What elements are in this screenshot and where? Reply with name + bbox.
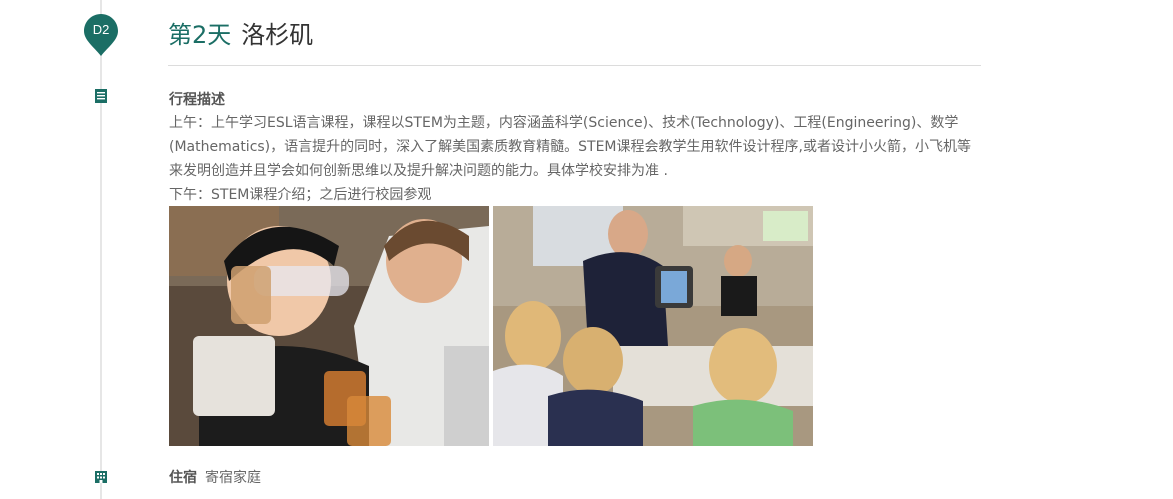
- title-divider: [168, 65, 981, 66]
- day-badge-label: D2: [92, 22, 110, 37]
- photo-classroom: [493, 206, 813, 446]
- photo-lab-experiment: [169, 206, 489, 446]
- itinerary-description: 上午：上午学习ESL语言课程，课程以STEM为主题，内容涵盖科学(Science…: [169, 111, 981, 207]
- day-badge: D2: [83, 13, 119, 57]
- day-title: 第2天 洛杉矶: [168, 18, 313, 52]
- accommodation-heading: 住宿: [169, 470, 197, 486]
- itinerary-heading: 行程描述: [169, 92, 225, 108]
- accommodation-value: 寄宿家庭: [205, 470, 261, 486]
- morning-schedule: 上午：上午学习ESL语言课程，课程以STEM为主题，内容涵盖科学(Science…: [169, 115, 971, 179]
- building-icon: [95, 471, 107, 483]
- afternoon-schedule: 下午：STEM课程介绍；之后进行校园参观: [169, 187, 432, 203]
- day-city: 洛杉矶: [241, 21, 314, 49]
- timeline-line: [100, 0, 102, 499]
- document-icon: [95, 89, 107, 103]
- day-number: 第2天: [168, 21, 232, 49]
